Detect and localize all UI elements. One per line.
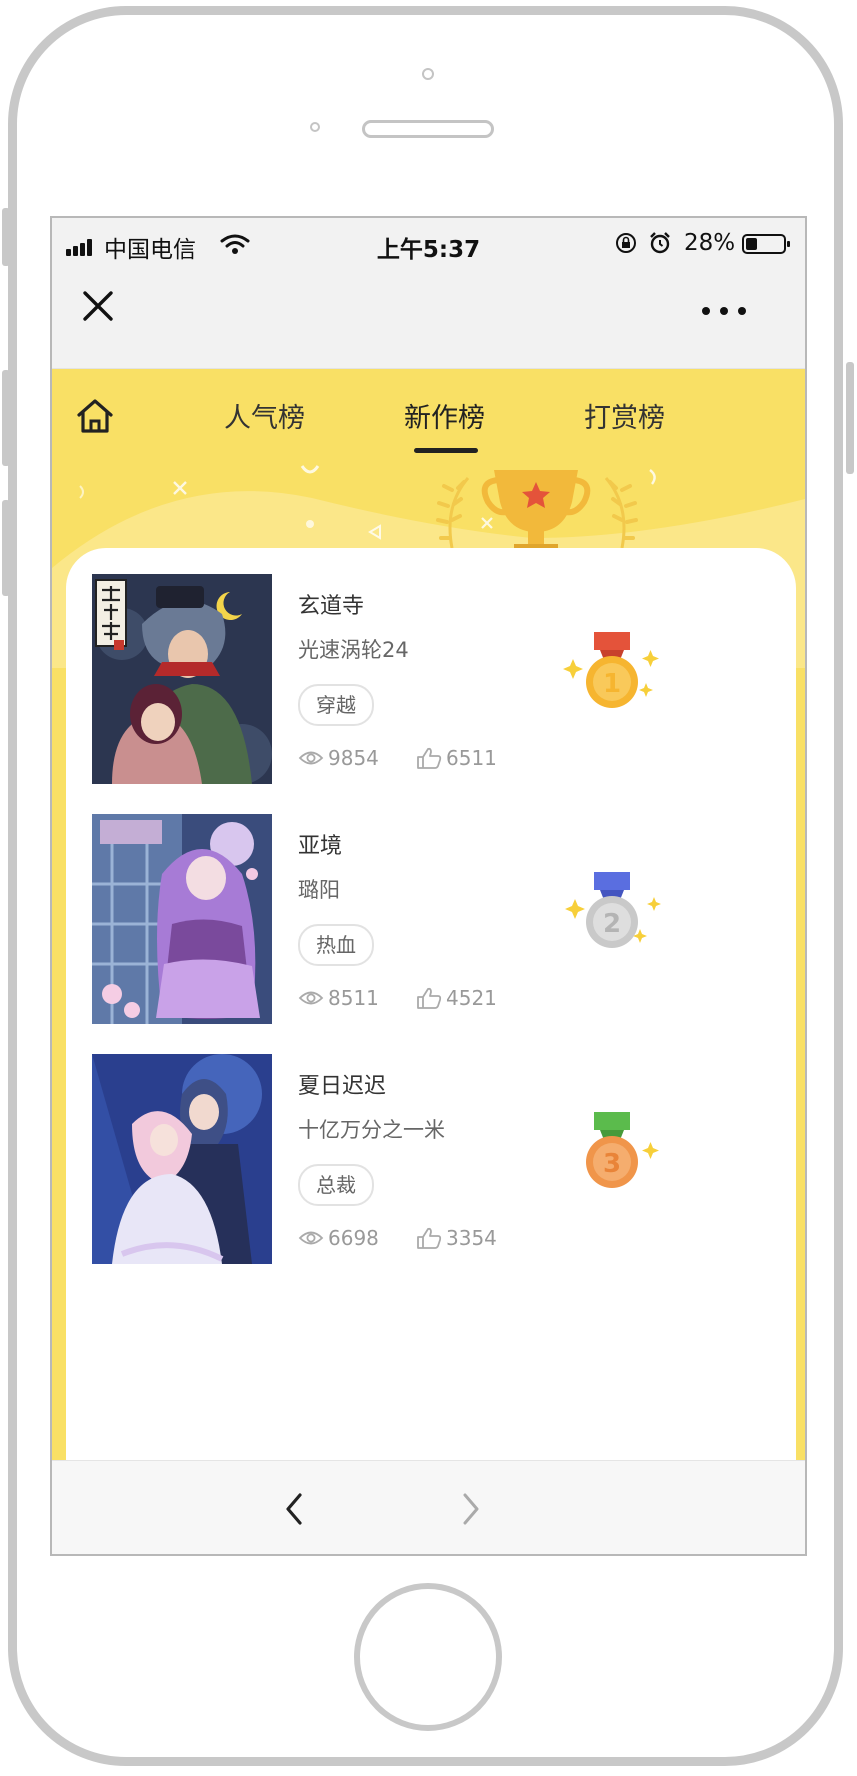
comic-cover[interactable]	[92, 1054, 272, 1264]
proximity-sensor	[310, 122, 320, 132]
genre-tag[interactable]: 热血	[298, 924, 374, 966]
back-arrow-icon[interactable]	[280, 1489, 308, 1529]
comic-author: 十亿万分之一米	[298, 1118, 445, 1142]
home-button[interactable]	[354, 1583, 502, 1731]
view-count-value: 9854	[328, 746, 379, 770]
like-count-value: 4521	[446, 986, 497, 1010]
comic-cover[interactable]	[92, 814, 272, 1024]
comic-author: 璐阳	[298, 878, 340, 902]
battery-icon	[742, 234, 790, 254]
front-camera	[422, 68, 434, 80]
thumbs-up-icon	[417, 747, 442, 769]
like-count[interactable]: 3354	[416, 1226, 497, 1250]
view-count-value: 6698	[328, 1226, 379, 1250]
status-bar: 中国电信 上午5:37 28%	[52, 218, 805, 270]
list-item[interactable]: 玄道寺 光速涡轮24 穿越 9854 6511 1	[92, 574, 772, 784]
home-icon[interactable]	[74, 396, 116, 436]
volume-down-button	[2, 500, 10, 596]
view-count: 6698	[298, 1226, 379, 1250]
active-tab-indicator	[414, 448, 478, 453]
list-item[interactable]: 亚境 璐阳 热血 8511 4521 2	[92, 814, 772, 1024]
silent-switch	[2, 208, 10, 266]
like-count[interactable]: 4521	[416, 986, 497, 1010]
orientation-lock-icon	[616, 233, 636, 253]
volume-up-button	[2, 370, 10, 466]
battery-percent: 28%	[684, 230, 736, 256]
forward-arrow-icon[interactable]	[457, 1489, 485, 1529]
eye-icon	[298, 991, 324, 1005]
tab-popularity[interactable]: 人气榜	[224, 396, 305, 435]
app-screen: 中国电信 上午5:37 28% 人气榜 新作榜 打赏榜 玄道寺 光速涡轮24 穿…	[50, 216, 807, 1556]
svg-text:2: 2	[603, 909, 621, 939]
earpiece-speaker	[362, 120, 494, 138]
view-count-value: 8511	[328, 986, 379, 1010]
list-item[interactable]: 夏日迟迟 十亿万分之一米 总裁 6698 3354 3	[92, 1054, 772, 1264]
browser-bottom-bar	[52, 1460, 805, 1554]
ranking-list-card: 玄道寺 光速涡轮24 穿越 9854 6511 1 亚境 璐阳 热血 8511 …	[66, 548, 796, 1554]
bronze-medal-icon: 3	[586, 1112, 659, 1188]
power-button	[846, 362, 854, 474]
genre-tag[interactable]: 穿越	[298, 684, 374, 726]
view-count: 8511	[298, 986, 379, 1010]
eye-icon	[298, 1231, 324, 1245]
alarm-icon	[650, 232, 670, 254]
like-count-value: 6511	[446, 746, 497, 770]
svg-text:3: 3	[603, 1149, 621, 1179]
ranking-tabs: 人气榜 新作榜 打赏榜	[52, 368, 805, 468]
genre-tag[interactable]: 总裁	[298, 1164, 374, 1206]
close-icon[interactable]	[78, 286, 118, 326]
more-icon[interactable]	[698, 305, 750, 317]
comic-cover[interactable]	[92, 574, 272, 784]
tab-rewards[interactable]: 打赏榜	[584, 396, 665, 435]
view-count: 9854	[298, 746, 379, 770]
tab-new-works[interactable]: 新作榜	[404, 396, 485, 435]
comic-title[interactable]: 夏日迟迟	[298, 1068, 386, 1100]
mini-program-nav-bar	[52, 270, 805, 369]
svg-text:1: 1	[603, 669, 621, 699]
silver-medal-icon: 2	[565, 872, 661, 948]
comic-author: 光速涡轮24	[298, 638, 409, 662]
thumbs-up-icon	[417, 987, 442, 1009]
like-count[interactable]: 6511	[416, 746, 497, 770]
comic-title[interactable]: 亚境	[298, 828, 342, 860]
comic-title[interactable]: 玄道寺	[298, 588, 364, 620]
eye-icon	[298, 751, 324, 765]
like-count-value: 3354	[446, 1226, 497, 1250]
battery-level	[746, 238, 758, 250]
thumbs-up-icon	[417, 1227, 442, 1249]
gold-medal-icon: 1	[563, 632, 659, 708]
